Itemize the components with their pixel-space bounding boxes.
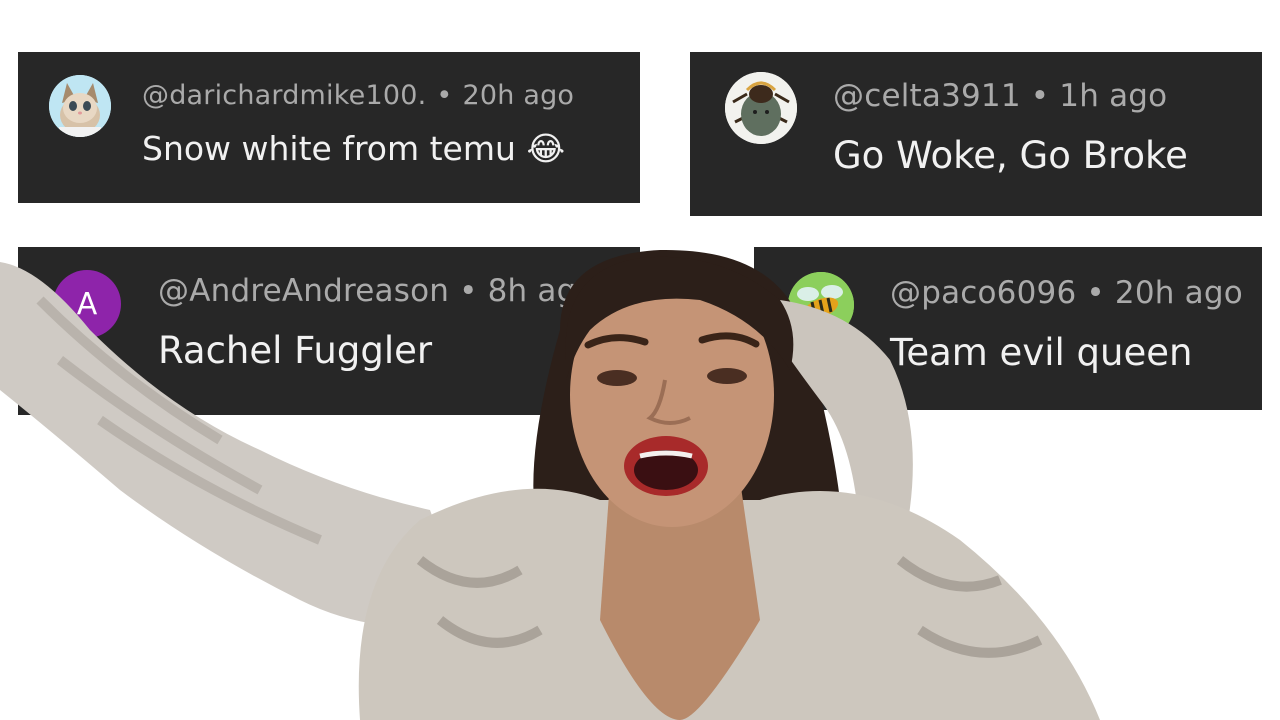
woman-cutout-image	[0, 249, 1100, 720]
